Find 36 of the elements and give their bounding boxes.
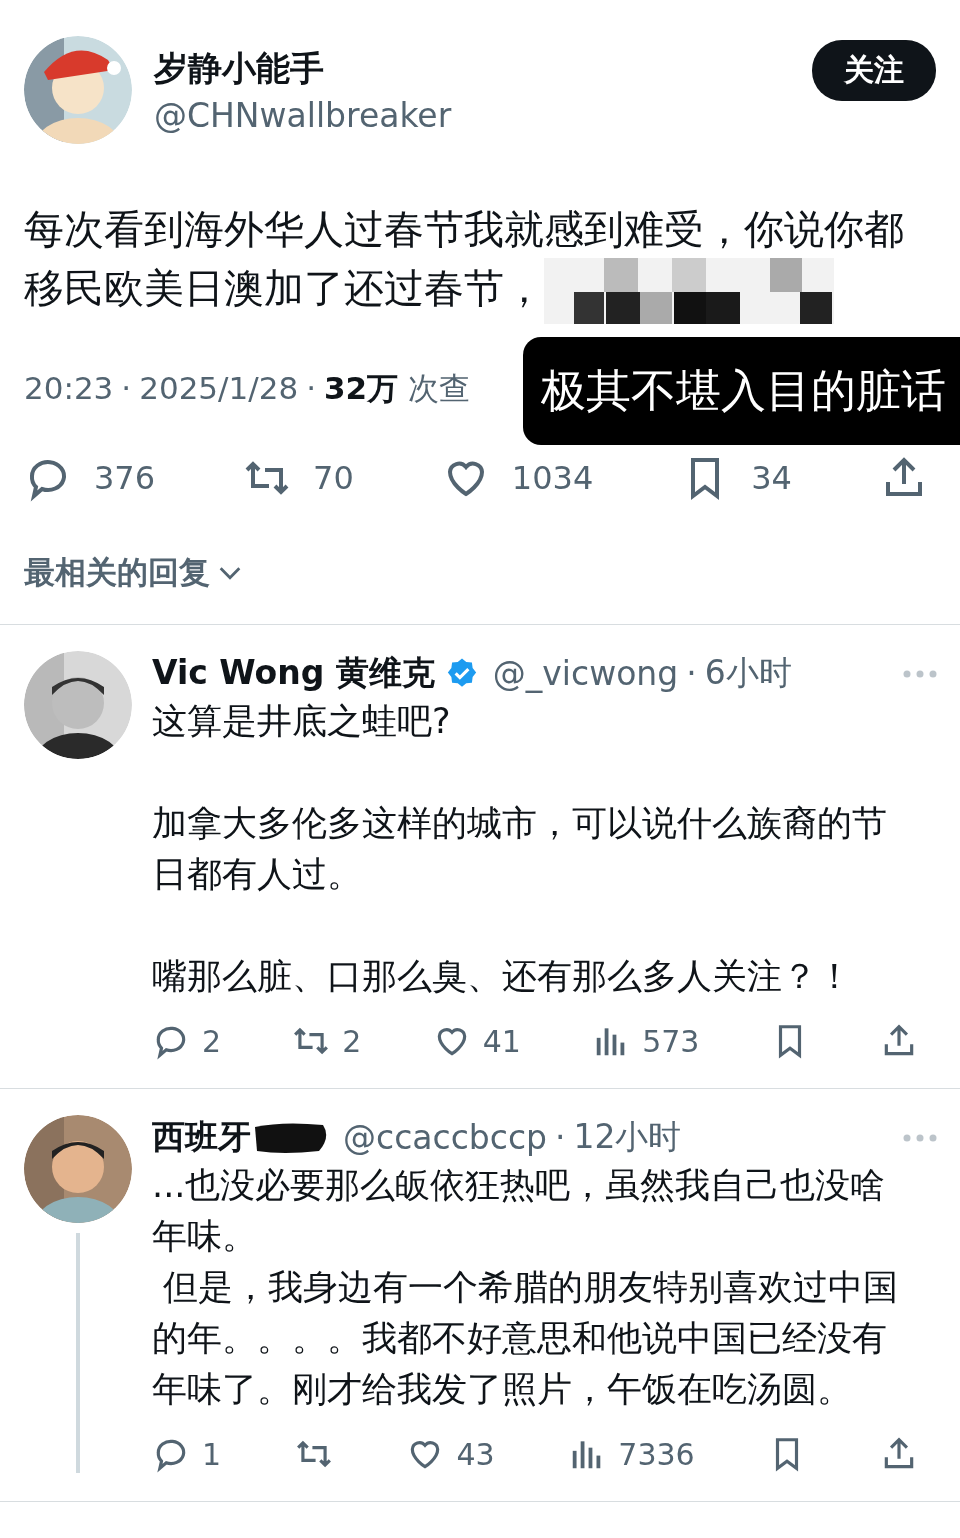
reply-author-name[interactable]: 西班牙 [152,1115,251,1160]
like-button[interactable]: 41 [432,1022,521,1060]
reply-button[interactable]: 2 [152,1022,222,1060]
views-label: 次查 [408,369,470,408]
reply-text: ...也没必要那么皈依狂热吧，虽然我自己也没啥年味。 [152,1164,887,1258]
follow-button[interactable]: 关注 [812,40,936,101]
reply-text: 这算是井底之蛙吧? [152,700,452,743]
post-text: 每次看到海外华人过春节我就感到难受，你说你都移民欧美日澳加了还过春节， [24,200,936,324]
reply-time: 6小时 [704,652,792,694]
reply-handle[interactable]: @_vicwong [492,654,679,693]
sort-dropdown[interactable]: 最相关的回复 [24,552,244,594]
like-button[interactable]: 43 [406,1435,495,1473]
reply-button[interactable]: 376 [24,454,156,502]
caption-overlay: 极其不堪入目的脏话 [523,337,960,445]
reply-handle[interactable]: @ccaccbccp [343,1118,547,1157]
like-button[interactable]: 1034 [441,454,594,502]
reply-author-name[interactable]: Vic Wong 黄维克 [152,651,435,696]
view-count: 32万 [324,369,399,408]
separator-dot: · [306,370,316,406]
bookmark-button[interactable]: 34 [681,454,792,502]
author-handle[interactable]: @CHNwallbreaker [154,95,790,135]
reply-time: 12小时 [573,1116,682,1158]
reply-button[interactable]: 1 [152,1435,222,1473]
repost-button[interactable]: 70 [243,454,354,502]
views-button[interactable]: 7336 [568,1435,695,1473]
separator-dot: · [686,654,697,693]
reply-text: 加拿大多伦多这样的城市，可以说什么族裔的节日都有人过。 [152,802,888,896]
repost-button[interactable]: 2 [292,1022,362,1060]
reply-text: 但是，我身边有一个希腊的朋友特别喜欢过中国的年。。。。我都不好意思和他说中国已经没有年味了。刚才给我发了照片，午饭在吃汤圆。 [152,1266,900,1411]
reply-text: 嘴那么脏、口那么臭、还有那么多人关注？！ [152,955,853,998]
post-time[interactable]: 20:23 [24,370,114,406]
separator-dot: · [121,370,132,406]
post-date[interactable]: 2025/1/28 [139,370,299,406]
author-name[interactable]: 岁静小能手 [154,45,790,92]
views-button[interactable]: 573 [592,1022,700,1060]
separator-dot: · [555,1118,566,1157]
